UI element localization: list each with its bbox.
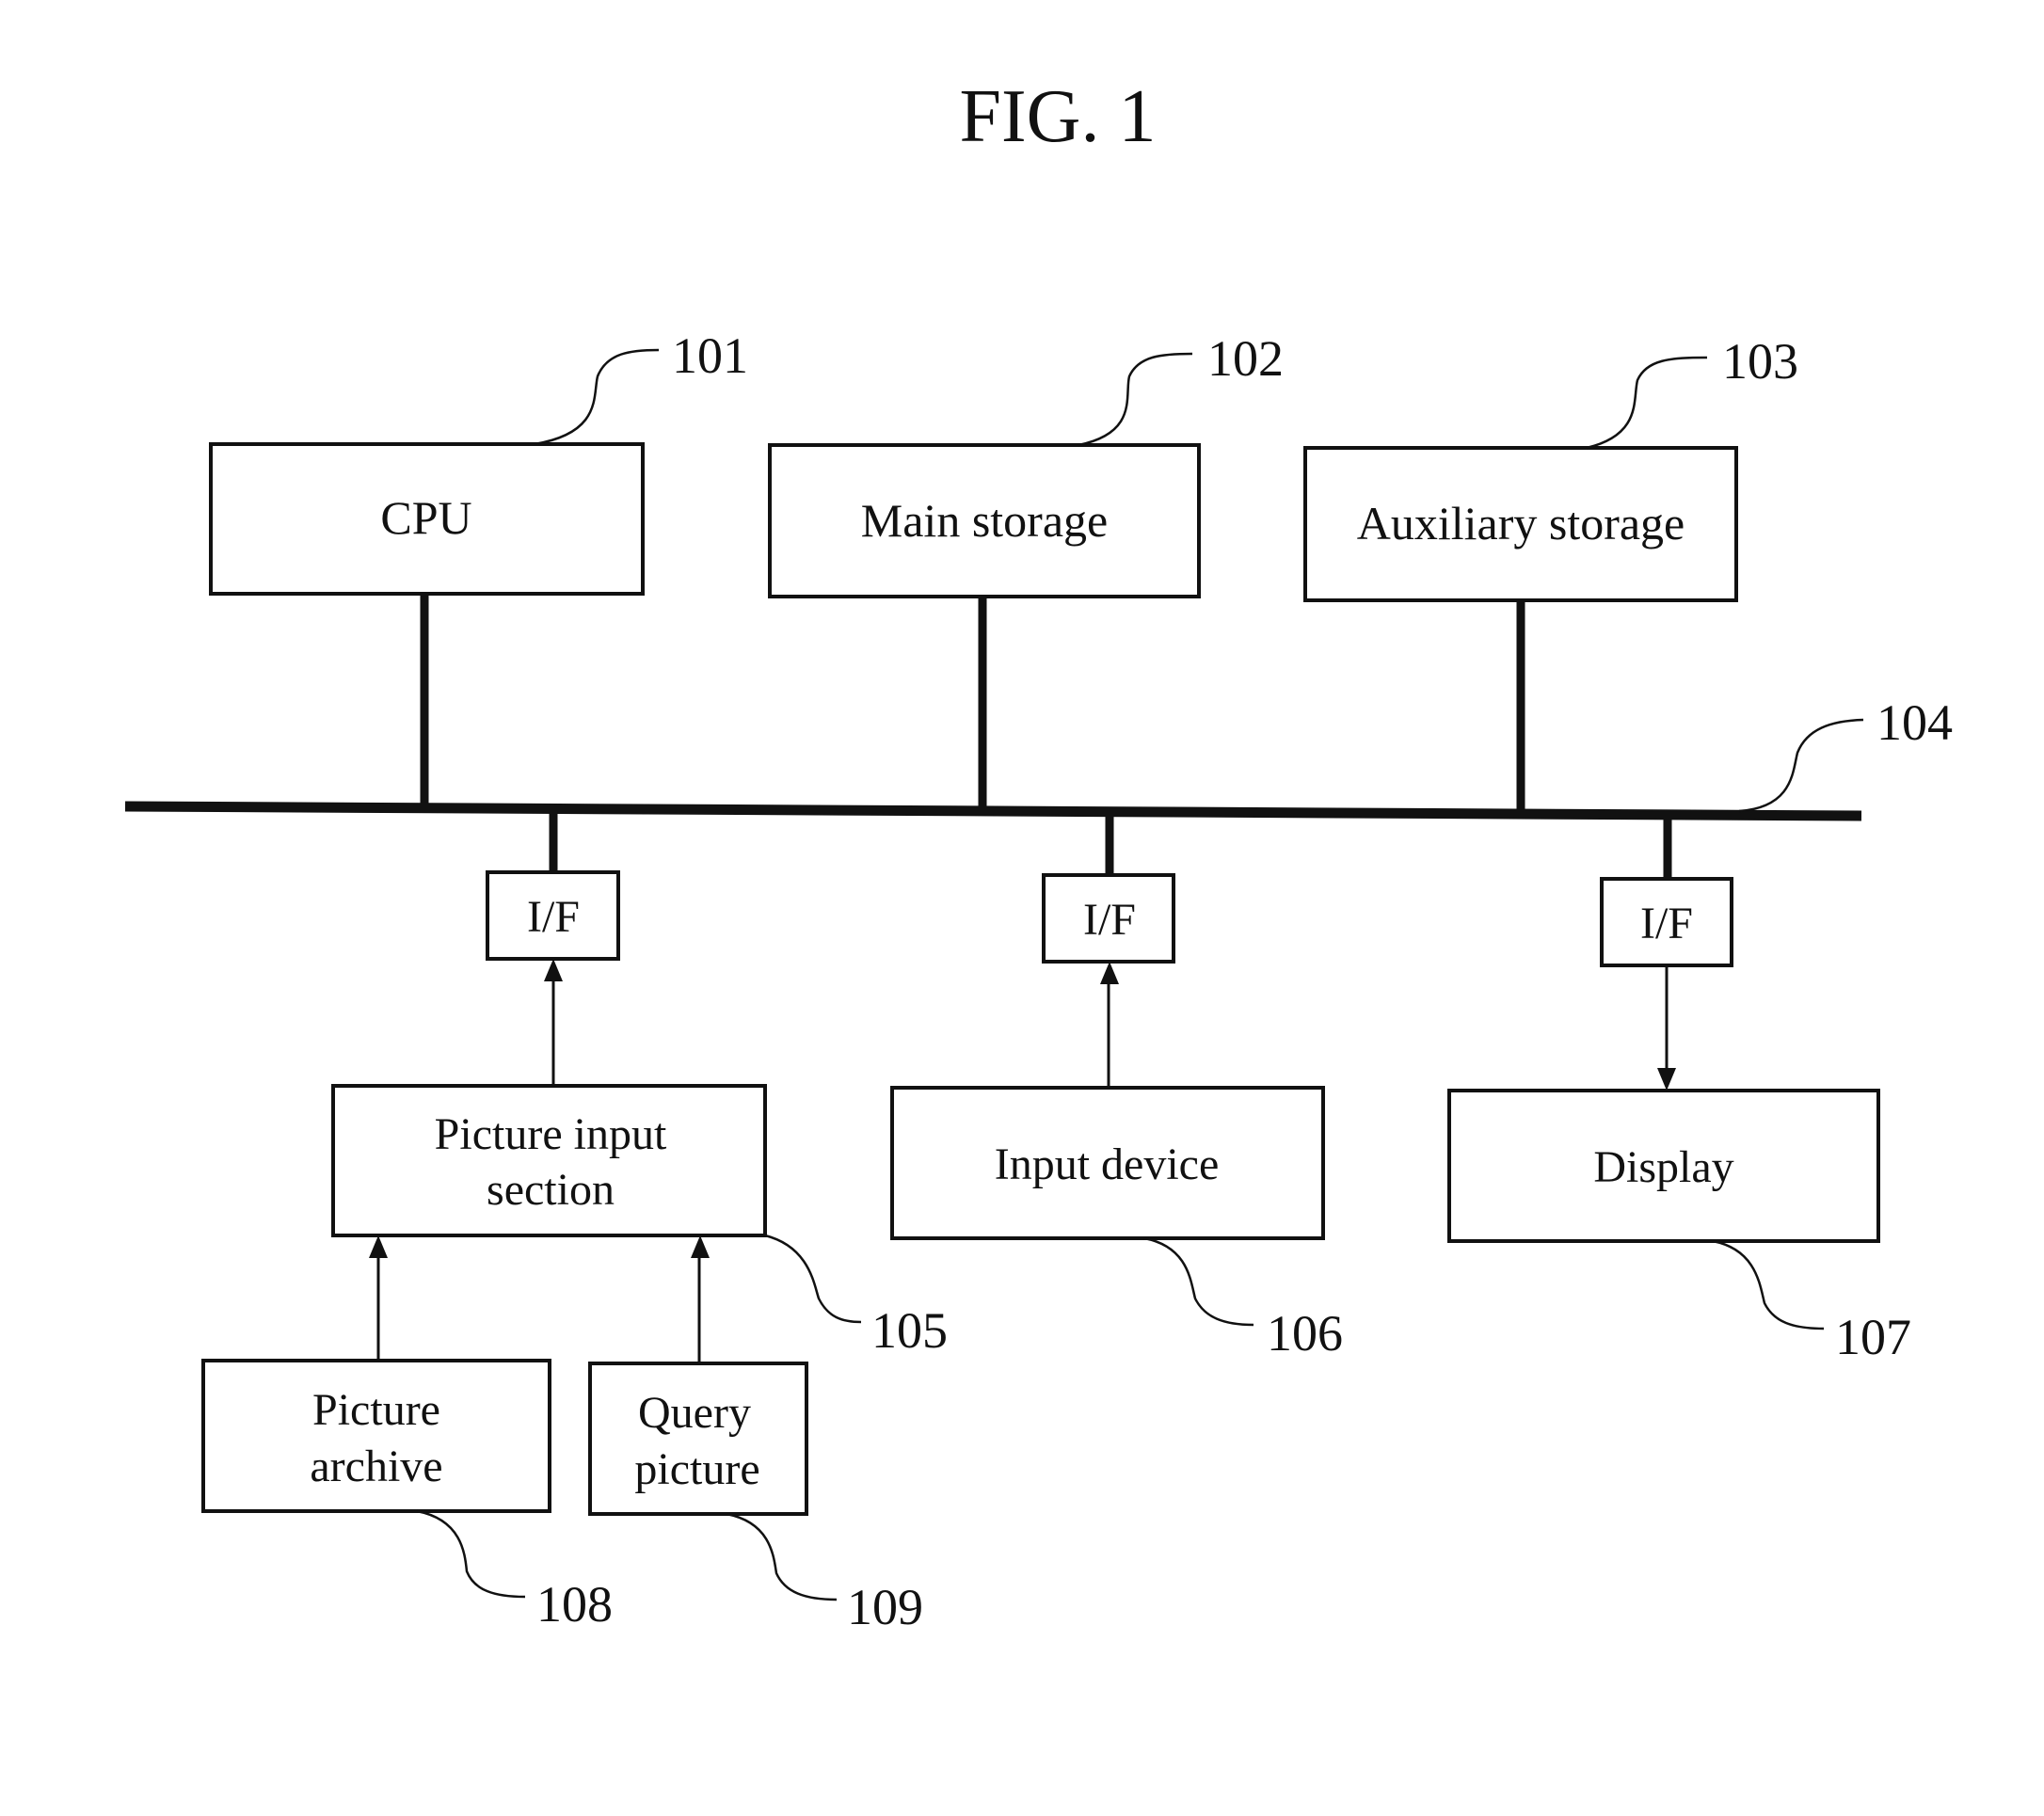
leader-line-106 [1143,1236,1254,1327]
display-label: Display [1593,1142,1733,1192]
ref-numeral-107: 107 [1835,1309,1911,1365]
ref-numeral-106: 106 [1267,1305,1343,1362]
leader-line-107 [1712,1239,1825,1330]
query-picture-label-line1: Query [638,1388,751,1438]
ref-numeral-105: 105 [871,1302,948,1359]
main-storage-label: Main storage [861,494,1108,547]
interface-block-display: I/F [1600,877,1733,967]
ref-numeral-103: 103 [1722,333,1798,390]
leader-line-104 [1738,718,1864,813]
arrowhead-up [369,1235,388,1258]
interface-block-picture-input: I/F [486,870,620,961]
input-device-block: Input device [890,1086,1325,1240]
interface-label: I/F [1640,899,1693,948]
leader-line-105 [764,1234,862,1324]
query-picture-block: Query picture [588,1362,808,1516]
picture-archive-label-line1: Picture [312,1385,440,1435]
ref-numeral-101: 101 [672,327,748,384]
leader-line-102 [1078,352,1193,447]
arrowhead-up [1100,962,1119,984]
ref-numeral-102: 102 [1207,330,1284,387]
input-device-label: Input device [995,1139,1220,1189]
picture-input-section-label-line1: Picture input [435,1109,667,1159]
ref-numeral-108: 108 [536,1576,613,1633]
ref-numeral-104: 104 [1876,694,1953,751]
figure-title: FIG. 1 [960,75,1157,158]
leader-line-101 [534,348,660,446]
picture-input-section-block: Picture input section [331,1084,767,1237]
display-block: Display [1447,1089,1880,1243]
picture-archive-block: Picture archive [201,1359,551,1513]
cpu-label: CPU [380,491,471,544]
main-storage-block: Main storage [768,443,1201,598]
arrowhead-up [691,1235,710,1258]
block-diagram: FIG. 1 CPU Main storage Auxiliary storag… [124,75,1953,1635]
picture-input-section-label-line2: section [487,1165,615,1215]
picture-archive-label-line2: archive [310,1442,442,1491]
arrowhead-up [544,959,563,981]
leader-line-108 [416,1509,526,1599]
auxiliary-storage-label: Auxiliary storage [1357,497,1685,550]
arrowhead-down [1657,1068,1676,1091]
ref-numeral-109: 109 [847,1579,923,1635]
interface-block-input-device: I/F [1042,873,1175,964]
interface-label: I/F [1083,895,1136,945]
query-picture-label-line2: picture [634,1444,759,1494]
cpu-block: CPU [209,442,645,596]
leader-line-103 [1586,356,1708,450]
system-bus [124,801,1862,821]
leader-line-109 [726,1512,838,1601]
auxiliary-storage-block: Auxiliary storage [1303,446,1738,602]
interface-label: I/F [527,892,580,942]
